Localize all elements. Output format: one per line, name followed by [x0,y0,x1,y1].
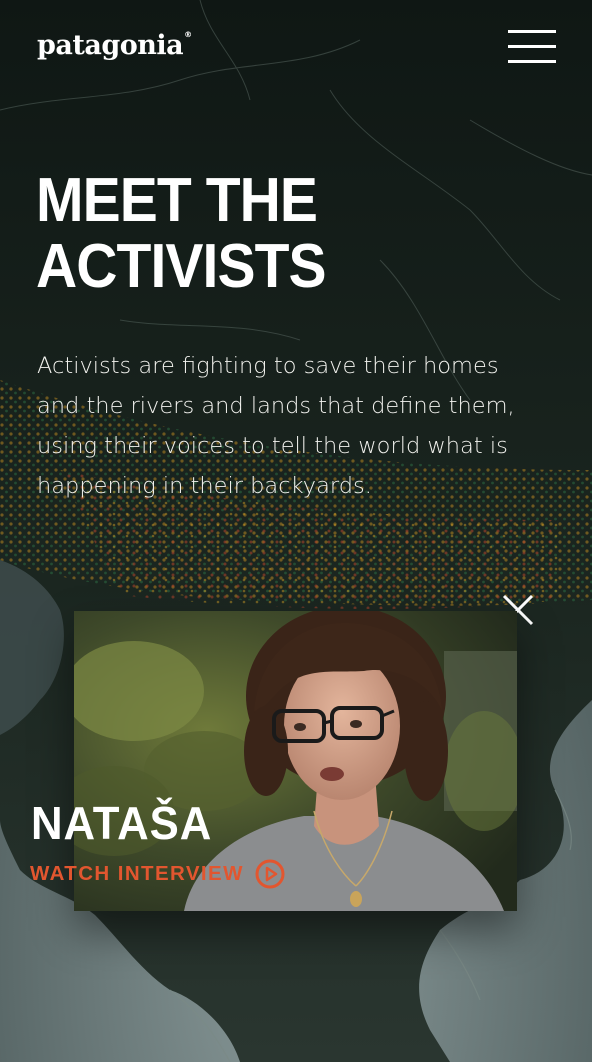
hamburger-menu-icon[interactable] [508,29,556,65]
menu-bar-top [508,30,556,33]
title-line-2: ACTIVISTS [36,232,327,301]
page-title: MEET THE ACTIVISTS [36,168,422,300]
intro-paragraph: Activists are fighting to save their hom… [37,353,515,499]
watch-interview-button[interactable]: WATCH INTERVIEW [30,858,286,890]
play-circle-icon [255,859,285,889]
title-line-1: MEET THE [36,166,318,235]
watch-interview-label: WATCH INTERVIEW [30,862,244,885]
patagonia-logo[interactable]: patagonia® [37,30,192,61]
activist-name: NATAŠA [31,797,213,849]
logo-text: patagonia [37,30,184,61]
menu-bar-middle [508,45,556,48]
registered-mark: ® [184,30,192,39]
menu-bar-bottom [508,60,556,63]
site-header: patagonia® [0,0,592,96]
